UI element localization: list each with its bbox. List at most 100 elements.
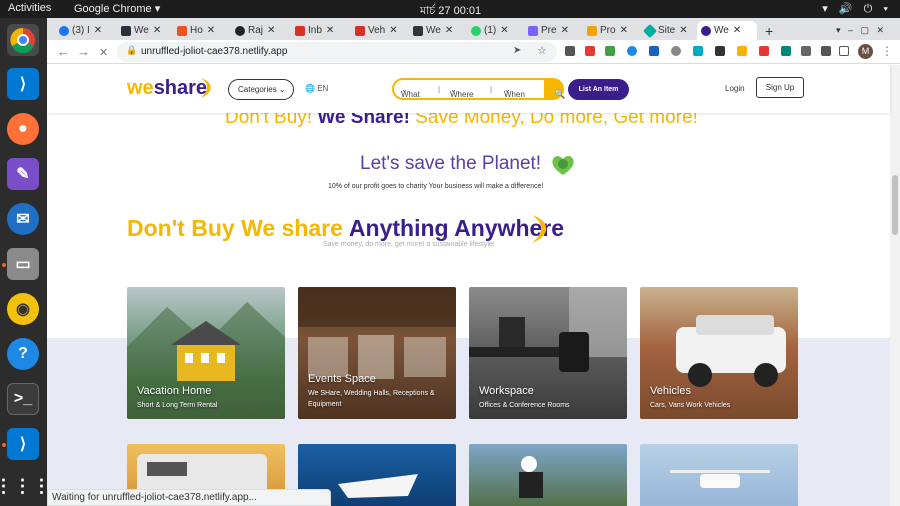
stop-icon[interactable]: ✕: [99, 46, 108, 59]
system-tray[interactable]: ▾ 🔊 ⏻ ▾: [822, 2, 892, 16]
close-icon[interactable]: ✕: [267, 25, 275, 36]
tab-label: (3) I: [72, 25, 90, 36]
card-drones[interactable]: [640, 444, 798, 506]
search-button[interactable]: 🔍: [544, 78, 565, 100]
extension-icon[interactable]: [759, 46, 769, 56]
extension-icon[interactable]: [585, 46, 595, 56]
extension-icon[interactable]: [649, 46, 659, 56]
url-text: unruffled-joliot-cae378.netlify.app: [141, 46, 288, 57]
address-bar[interactable]: 🔒 unruffled-joliot-cae378.netlify.app ➤ …: [117, 42, 557, 62]
netlify-icon: [642, 23, 658, 38]
weshare-logo[interactable]: weshare: [127, 77, 207, 100]
tab[interactable]: We ✕: [117, 21, 161, 40]
tab[interactable]: Raj ✕: [231, 21, 275, 40]
card-vacation-home[interactable]: Vacation Home Short & Long Term Rental: [127, 287, 285, 419]
tab[interactable]: (1) ✕: [467, 21, 509, 40]
share-icon[interactable]: ➤: [513, 45, 521, 56]
close-icon[interactable]: ✕: [94, 25, 102, 36]
section-title: Don't Buy We share Anything Anywhere: [127, 215, 564, 242]
close-icon[interactable]: ✕: [679, 25, 687, 36]
close-icon[interactable]: ✕: [207, 25, 215, 36]
new-tab-button[interactable]: +: [761, 21, 773, 40]
scroll-thumb[interactable]: [892, 175, 898, 235]
profile-avatar[interactable]: M: [858, 44, 873, 59]
close-icon[interactable]: ✕: [620, 25, 628, 36]
extension-icon[interactable]: [627, 46, 637, 56]
help-icon[interactable]: ?: [7, 338, 39, 370]
vscode-icon[interactable]: ⟩: [7, 68, 39, 100]
tab[interactable]: Inb ✕: [291, 21, 334, 40]
terminal-icon[interactable]: >_: [7, 383, 39, 415]
tab-favicon: [701, 25, 711, 36]
pen-icon[interactable]: [565, 46, 575, 56]
card-subtitle: Cars, Vans Work Vehicles: [650, 402, 731, 409]
extension-icon[interactable]: [693, 46, 703, 56]
tab[interactable]: Veh ✕: [351, 21, 398, 40]
app-menu[interactable]: Google Chrome ▾: [74, 2, 160, 15]
page-scrollbar[interactable]: [890, 65, 900, 506]
extension-icon[interactable]: [781, 46, 791, 56]
extension-icon[interactable]: [715, 46, 725, 56]
close-icon[interactable]: ✕: [500, 25, 508, 36]
login-link[interactable]: Login: [725, 84, 745, 93]
when-dropdown[interactable]: When ⌄: [504, 85, 525, 99]
feather-app-icon[interactable]: ✎: [7, 158, 39, 190]
lang-label: EN: [317, 84, 329, 93]
chrome-icon[interactable]: [7, 24, 39, 56]
thunderbird-icon[interactable]: ✉: [7, 203, 39, 235]
vscode-icon[interactable]: ⟩: [7, 428, 39, 460]
firefox-icon[interactable]: ●: [7, 113, 39, 145]
side-panel-icon[interactable]: [839, 46, 849, 56]
close-icon[interactable]: ✕: [326, 25, 334, 36]
close-icon[interactable]: ✕: [445, 25, 453, 36]
tab-active[interactable]: We ✕: [697, 21, 757, 40]
tab[interactable]: Site ✕: [641, 21, 688, 40]
tab-label: Site: [658, 25, 676, 36]
tab[interactable]: Pre ✕: [524, 21, 569, 40]
tab-label: Pre: [541, 25, 557, 36]
close-icon[interactable]: ✕: [389, 25, 397, 36]
close-icon[interactable]: ✕: [153, 25, 161, 36]
card-events-space[interactable]: Events Space We SHare, Wedding Halls, Re…: [298, 287, 456, 419]
card-vehicles[interactable]: Vehicles Cars, Vans Work Vehicles: [640, 287, 798, 419]
files-icon[interactable]: ▭: [7, 248, 39, 280]
extension-icon[interactable]: [737, 46, 747, 56]
card-workspace[interactable]: Workspace Offices & Conference Rooms: [469, 287, 627, 419]
card-bikes[interactable]: [469, 444, 627, 506]
search-icon: 🔍: [554, 89, 566, 99]
close-icon[interactable]: ✕: [733, 25, 741, 36]
tab[interactable]: Pro ✕: [583, 21, 628, 40]
tab-strip: (3) I ✕ We ✕ Ho ✕ Raj ✕ Inb ✕ Veh ✕ We ✕ (1) ✕ P…: [47, 18, 900, 40]
back-icon[interactable]: ←: [57, 44, 70, 59]
close-icon[interactable]: ✕: [561, 25, 569, 36]
window-controls[interactable]: ▾ – ▢ ✕: [832, 21, 884, 40]
language-selector[interactable]: 🌐 EN: [305, 84, 328, 93]
cyclist-image: [519, 456, 543, 498]
tab-label: Ho: [190, 25, 203, 36]
tab[interactable]: We ✕: [409, 21, 453, 40]
tab-label: Raj: [248, 25, 264, 36]
tab[interactable]: Ho ✕: [173, 21, 215, 40]
bookmark-star-icon[interactable]: ☆: [537, 44, 547, 57]
where-dropdown[interactable]: Where ⌄: [450, 85, 474, 99]
what-dropdown[interactable]: What ⌄: [401, 85, 420, 99]
extension-icon[interactable]: [671, 46, 681, 56]
rhythmbox-icon[interactable]: ◉: [7, 293, 39, 325]
puzzle-icon[interactable]: [821, 46, 831, 56]
activities-button[interactable]: Activities: [8, 2, 51, 14]
signup-button[interactable]: Sign Up: [756, 77, 804, 98]
planet-heading: Let's save the Planet!: [360, 153, 542, 174]
running-indicator: [2, 263, 6, 267]
categories-label: Categories: [238, 85, 277, 94]
running-indicator: [2, 443, 6, 447]
whatsapp-icon: [471, 25, 481, 36]
menu-icon[interactable]: ⋮: [881, 44, 893, 58]
extension-icon[interactable]: [801, 46, 811, 56]
forward-icon[interactable]: →: [77, 44, 90, 59]
list-item-button[interactable]: List An Item: [568, 79, 629, 100]
tab-label: We: [134, 25, 149, 36]
extension-icon[interactable]: [605, 46, 615, 56]
categories-dropdown[interactable]: Categories ⌄: [228, 79, 294, 100]
tab[interactable]: (3) I ✕: [55, 21, 102, 40]
app-grid-icon[interactable]: ⋮⋮⋮: [0, 470, 51, 502]
